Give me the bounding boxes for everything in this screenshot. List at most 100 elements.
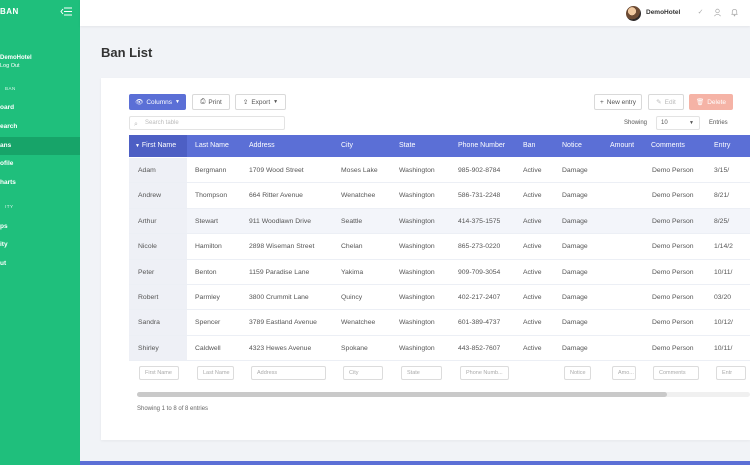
cell-first-name: Sandra — [138, 319, 160, 327]
cell-comments: Demo Person — [652, 192, 694, 200]
new-entry-button[interactable]: + New entry — [594, 94, 642, 110]
cell-first-name: Andrew — [138, 192, 162, 200]
pencil-icon: ✎ — [656, 99, 662, 106]
cell-address: 2898 Wiseman Street — [249, 243, 315, 251]
sidebar-item-dashboard[interactable]: oard — [0, 99, 80, 117]
avatar[interactable] — [626, 6, 641, 21]
table-summary: Showing 1 to 8 of 8 entries — [137, 406, 209, 412]
search-placeholder: Search table — [145, 120, 179, 126]
sidebar-item-security[interactable]: ity — [0, 236, 80, 254]
cell-state: Washington — [399, 217, 435, 225]
table-row[interactable]: Sandra Spencer 3789 Eastland Avenue Wenatch… — [129, 310, 750, 336]
filter-last-name[interactable]: Last Name — [197, 366, 234, 380]
entries-label: Entries — [709, 120, 728, 126]
sidebar-item-charts[interactable]: harts — [0, 174, 80, 192]
column-header-phone[interactable]: Phone Number — [458, 135, 505, 157]
search-input[interactable]: ⌕ Search table — [129, 116, 285, 130]
sidebar-user-name: DemoHotel — [0, 55, 32, 61]
cell-address: 1709 Wood Street — [249, 167, 304, 174]
user-icon[interactable] — [713, 8, 722, 17]
column-header-comments[interactable]: Comments — [651, 135, 685, 157]
cell-notice: Damage — [562, 319, 588, 327]
export-button[interactable]: ⇪ Export ▼ — [235, 94, 286, 110]
filter-entry[interactable]: Entr — [716, 366, 746, 380]
cell-first-name: Arthur — [138, 217, 157, 225]
cell-address: 3789 Eastland Avenue — [249, 319, 317, 327]
filter-amount[interactable]: Amo... — [612, 366, 636, 380]
menu-toggle-icon[interactable] — [60, 7, 72, 16]
cell-ban: Active — [523, 217, 542, 225]
filter-phone[interactable]: Phone Numb... — [460, 366, 509, 380]
column-header-state[interactable]: State — [399, 135, 415, 157]
cell-city: Wenatchee — [341, 319, 376, 327]
plus-icon: + — [599, 98, 604, 106]
cell-phone: 443-852-7607 — [458, 344, 501, 352]
brand-logo-text: BAN — [0, 7, 19, 16]
cell-state: Washington — [399, 268, 435, 276]
column-header-last-name[interactable]: Last Name — [195, 135, 229, 157]
cell-ban: Active — [523, 243, 542, 251]
columns-button[interactable]: 👁 Columns ▼ — [129, 94, 186, 110]
table-row[interactable]: Adam Bergmann 1709 Wood Street Moses Lake Wa… — [129, 158, 750, 184]
cell-last-name: Benton — [195, 268, 217, 276]
logout-link[interactable]: Log Out — [0, 63, 20, 69]
cell-entry: 03/20 — [714, 294, 732, 301]
sidebar-item-search[interactable]: earch — [0, 118, 80, 136]
check-icon[interactable]: ✓ — [696, 8, 705, 17]
sidebar-section-ban: BAN — [5, 86, 16, 91]
trash-icon: 🗑 — [695, 99, 705, 106]
showing-label: Showing — [624, 120, 648, 126]
cell-address: 911 Woodlawn Drive — [249, 217, 312, 225]
table-row[interactable]: Peter Benton 1159 Paradise Lane Yakima Washi… — [129, 259, 750, 285]
column-header-entry[interactable]: Entry — [714, 135, 730, 157]
cell-last-name: Thompson — [195, 192, 228, 200]
scrollbar-thumb[interactable] — [137, 392, 667, 397]
table-row[interactable]: Shirley Caldwell 4323 Hewes Avenue Spokane W… — [129, 335, 750, 362]
table-header: ▼ First Name Last Name Address City Stat… — [129, 135, 750, 157]
cell-address: 4323 Hewes Avenue — [249, 344, 312, 352]
cell-comments: Demo Person — [652, 344, 694, 352]
cell-phone: 985-902-8784 — [458, 167, 501, 174]
edit-button[interactable]: ✎ Edit — [648, 94, 684, 110]
column-header-ban[interactable]: Ban — [523, 135, 535, 157]
cell-notice: Damage — [562, 217, 588, 225]
filter-address[interactable]: Address — [251, 366, 326, 380]
sidebar-item-bans[interactable]: ans — [0, 137, 80, 155]
cell-ban: Active — [523, 344, 542, 352]
filter-comments[interactable]: Comments — [653, 366, 699, 380]
bell-icon[interactable] — [730, 8, 739, 17]
table-row[interactable]: Nicole Hamilton 2898 Wiseman Street Chelan W… — [129, 234, 750, 260]
print-button[interactable]: ⎙ Print — [192, 94, 230, 110]
column-header-address[interactable]: Address — [249, 135, 275, 157]
column-header-notice[interactable]: Notice — [562, 135, 582, 157]
table-row[interactable]: Arthur Stewart 911 Woodlawn Drive Seattle Wa… — [129, 208, 750, 235]
top-bar: DemoHotel ✓ — [80, 0, 750, 26]
horizontal-scrollbar[interactable] — [137, 392, 750, 397]
table-row[interactable]: Robert Parmley 3800 Crummit Lane Quincy Wash… — [129, 285, 750, 311]
new-entry-label: New entry — [606, 98, 637, 106]
column-header-city[interactable]: City — [341, 135, 353, 157]
column-header-amount[interactable]: Amount — [610, 135, 634, 157]
entries-select[interactable]: 10 ▼ — [656, 116, 700, 130]
sidebar-item-profile[interactable]: ofile — [0, 155, 80, 173]
filter-city[interactable]: City — [343, 366, 383, 380]
topbar-user-name[interactable]: DemoHotel — [646, 9, 680, 16]
sidebar-item-ips[interactable]: ps — [0, 218, 80, 236]
delete-button[interactable]: 🗑 Delete — [689, 94, 733, 110]
table-row[interactable]: Andrew Thompson 664 Ritter Avenue Wenatchee… — [129, 183, 750, 209]
sidebar-item-logout[interactable]: ut — [0, 255, 80, 273]
column-header-first-name[interactable]: ▼ First Name — [129, 135, 187, 157]
cell-first-name: Shirley — [138, 344, 159, 352]
cell-notice: Damage — [562, 294, 588, 301]
cell-comments: Demo Person — [652, 243, 694, 251]
filter-state[interactable]: State — [401, 366, 442, 380]
cell-state: Washington — [399, 243, 435, 251]
cell-entry: 1/14/2 — [714, 243, 733, 251]
cell-phone: 414-375-1575 — [458, 217, 501, 225]
cell-city: Spokane — [341, 344, 368, 352]
eye-icon: 👁 — [135, 99, 144, 106]
filter-notice[interactable]: Notice — [564, 366, 591, 380]
filter-first-name[interactable]: First Name — [139, 366, 179, 380]
delete-label: Delete — [707, 98, 727, 106]
print-label: Print — [208, 98, 222, 106]
